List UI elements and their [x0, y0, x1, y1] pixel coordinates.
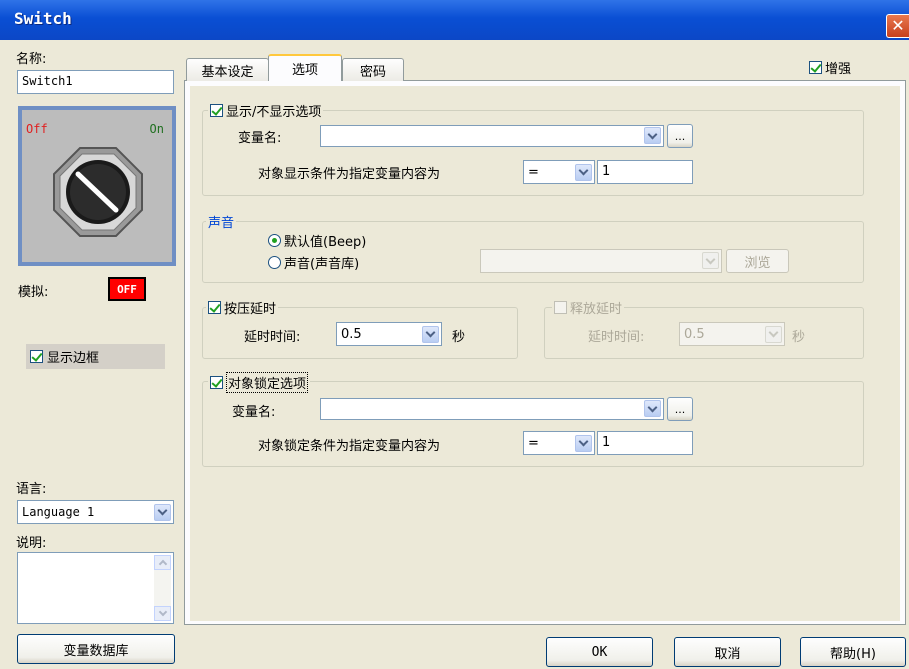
tab-password[interactable]: 密码	[342, 58, 404, 81]
chevron-down-icon	[768, 327, 779, 338]
close-icon: ✕	[891, 16, 905, 35]
lock-var-select[interactable]	[320, 398, 664, 420]
sound-group-title: 声音	[206, 212, 237, 231]
show-border-label: 显示边框	[47, 351, 100, 366]
press-delay-title: 按压延时	[224, 302, 277, 317]
display-operator-value: =	[528, 164, 539, 180]
description-scrollbar[interactable]	[154, 555, 171, 621]
release-delay-value: 0.5	[684, 326, 705, 342]
lock-group-title: 对象锁定选项	[226, 372, 309, 393]
simulate-toggle[interactable]: OFF	[108, 277, 146, 301]
display-group-title: 显示/不显示选项	[226, 105, 322, 120]
language-dropdown-button[interactable]	[154, 503, 171, 521]
enhance-label: 增强	[825, 62, 852, 77]
language-select[interactable]: Language 1	[17, 500, 174, 524]
chevron-down-icon	[578, 165, 589, 176]
release-delay-legend[interactable]: 释放延时	[552, 298, 625, 317]
close-button[interactable]: ✕	[886, 14, 909, 38]
lock-value-field[interactable]: 1	[597, 431, 693, 455]
lock-var-browse-button[interactable]: ...	[667, 397, 693, 421]
chevron-down-icon	[647, 402, 658, 412]
display-var-browse-button[interactable]: ...	[667, 124, 693, 148]
press-delay-legend[interactable]: 按压延时	[206, 298, 279, 317]
sound-default-label: 默认值(Beep)	[284, 235, 367, 250]
enhance-option[interactable]: 增强	[809, 58, 851, 77]
sound-dropdown-button[interactable]	[702, 252, 719, 269]
title-bar	[0, 0, 909, 40]
press-delay-dropdown-button[interactable]	[422, 325, 439, 343]
chevron-down-icon	[647, 129, 658, 139]
sound-library-label: 声音(声音库)	[284, 257, 360, 272]
enhance-checkbox[interactable]	[809, 61, 822, 74]
name-field[interactable]: Switch1	[17, 70, 174, 94]
display-group-legend[interactable]: 显示/不显示选项	[208, 101, 324, 120]
chevron-down-icon	[425, 327, 436, 338]
display-var-dropdown-button[interactable]	[644, 127, 661, 144]
window-title: Switch	[14, 9, 72, 28]
lock-group-legend[interactable]: 对象锁定选项	[208, 372, 311, 393]
sound-select[interactable]	[480, 249, 722, 273]
chevron-down-icon	[705, 254, 716, 264]
press-delay-time-label: 延时时间:	[244, 330, 301, 345]
sound-browse-button[interactable]: 浏览	[726, 249, 789, 273]
name-label: 名称:	[16, 52, 47, 67]
display-operator-dropdown-button[interactable]	[575, 163, 592, 181]
sound-default-radio[interactable]	[268, 234, 281, 247]
lock-operator-select[interactable]: =	[523, 431, 595, 455]
sound-library-option[interactable]: 声音(声音库)	[268, 253, 359, 272]
help-button[interactable]: 帮助(H)	[800, 637, 906, 667]
sound-library-radio[interactable]	[268, 256, 281, 269]
cancel-button[interactable]: 取消	[674, 637, 781, 667]
chevron-down-icon	[578, 436, 589, 447]
description-label: 说明:	[16, 536, 47, 551]
press-delay-value: 0.5	[341, 326, 362, 342]
scroll-down-icon[interactable]	[154, 606, 171, 621]
release-delay-checkbox[interactable]	[554, 301, 567, 314]
ok-button[interactable]: OK	[546, 637, 653, 667]
press-delay-checkbox[interactable]	[208, 301, 221, 314]
preview-off-label: Off	[26, 122, 48, 136]
sound-default-option[interactable]: 默认值(Beep)	[268, 231, 366, 250]
tab-options[interactable]: 选项	[268, 54, 342, 81]
release-delay-title: 释放延时	[570, 302, 623, 317]
display-condition-label: 对象显示条件为指定变量内容为	[258, 167, 441, 182]
tab-basic[interactable]: 基本设定	[186, 58, 269, 81]
lock-operator-dropdown-button[interactable]	[575, 434, 592, 452]
display-var-select[interactable]	[320, 125, 664, 147]
release-delay-time-label: 延时时间:	[588, 330, 645, 345]
press-delay-unit: 秒	[452, 330, 466, 345]
lock-var-dropdown-button[interactable]	[644, 400, 661, 417]
language-value: Language 1	[22, 505, 95, 519]
release-delay-select[interactable]: 0.5	[679, 322, 785, 346]
rotary-switch-icon	[53, 147, 143, 237]
lock-operator-value: =	[528, 435, 539, 451]
press-delay-select[interactable]: 0.5	[336, 322, 442, 346]
description-field[interactable]	[17, 552, 174, 624]
release-delay-dropdown-button[interactable]	[765, 325, 782, 343]
show-border-checkbox[interactable]	[30, 350, 43, 363]
scroll-up-icon[interactable]	[154, 555, 171, 570]
lock-checkbox[interactable]	[210, 376, 223, 389]
show-border-option[interactable]: 显示边框	[26, 344, 165, 369]
release-delay-unit: 秒	[792, 330, 806, 345]
display-var-label: 变量名:	[238, 131, 282, 146]
switch-preview: Off On	[18, 106, 176, 266]
lock-condition-label: 对象锁定条件为指定变量内容为	[258, 439, 441, 454]
chevron-down-icon	[157, 505, 168, 516]
display-operator-select[interactable]: =	[523, 160, 595, 184]
display-value-field[interactable]: 1	[597, 160, 693, 184]
display-checkbox[interactable]	[210, 104, 223, 117]
language-label: 语言:	[16, 482, 47, 497]
variable-database-button[interactable]: 变量数据库	[17, 634, 175, 664]
preview-on-label: On	[149, 122, 164, 136]
lock-var-label: 变量名:	[232, 405, 276, 420]
simulate-label: 模拟:	[18, 285, 49, 300]
